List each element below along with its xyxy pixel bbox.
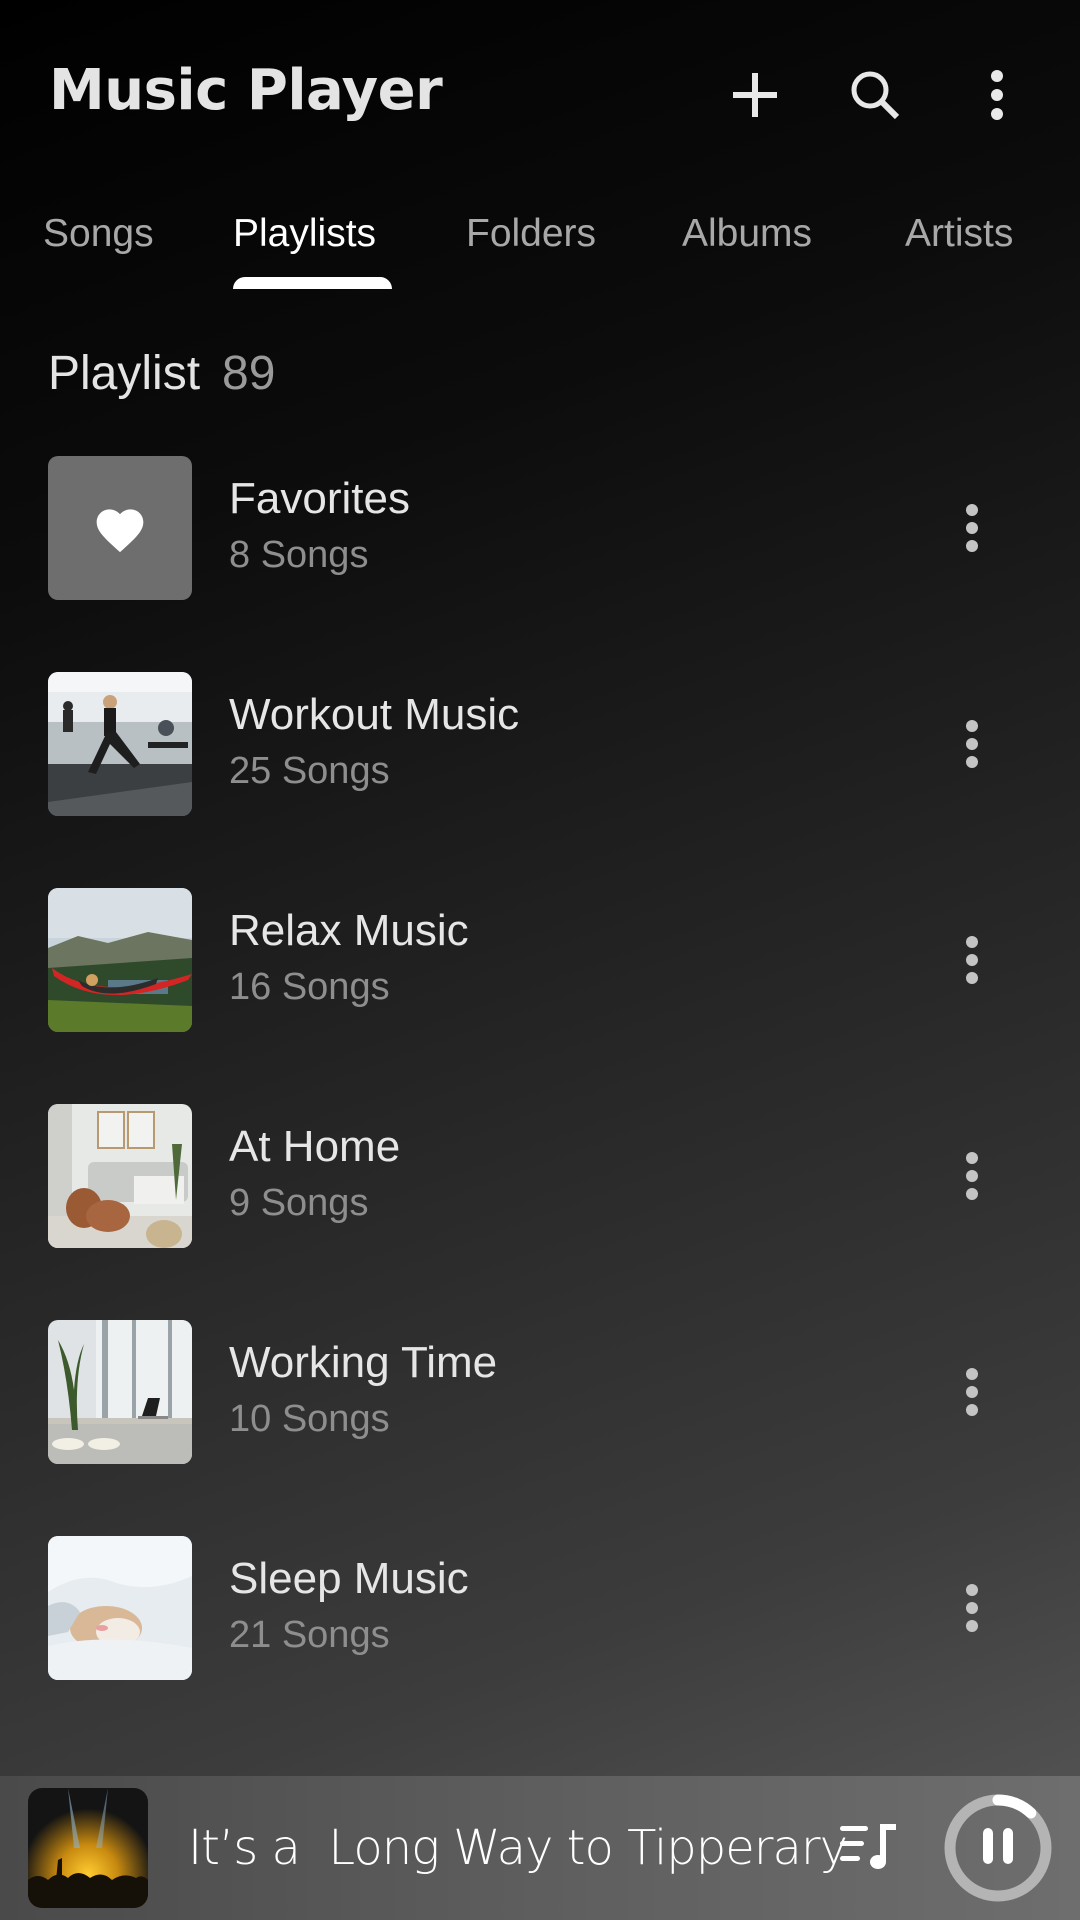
queue-music-icon (840, 1824, 896, 1869)
app-header: Music Player (0, 0, 1080, 190)
pause-icon (983, 1828, 1013, 1864)
tab-bar: Songs Playlists Folders Albums Artists (0, 200, 1080, 290)
playback-progress-ring (944, 1794, 1052, 1902)
playlist-art (48, 888, 192, 1032)
more-dot (966, 972, 978, 984)
playlist-song-count: 9 Songs (229, 1182, 369, 1224)
playlist-title: Favorites (229, 474, 410, 523)
more-dot (966, 756, 978, 768)
plus-icon (733, 73, 777, 117)
sleeping-cat-photo (48, 1536, 192, 1680)
more-vert-icon (991, 70, 1003, 120)
playlist-item[interactable]: Relax Music 16 Songs (0, 888, 1080, 1032)
playlist-more-button[interactable] (942, 928, 1002, 992)
playlist-count: 89 (222, 347, 276, 400)
playlist-art (48, 1320, 192, 1464)
play-pause-button[interactable] (940, 1790, 1056, 1906)
playlist-title: At Home (229, 1122, 401, 1171)
playlist-art (48, 1104, 192, 1248)
playlist-item[interactable]: Favorites 8 Songs (0, 456, 1080, 600)
tab-artists[interactable]: Artists (905, 212, 1013, 256)
app-title: Music Player (49, 58, 443, 123)
search-icon (851, 71, 900, 120)
active-tab-indicator (233, 277, 392, 289)
playlist-more-button[interactable] (942, 1360, 1002, 1424)
more-dot (966, 1404, 978, 1416)
playlist-more-button[interactable] (942, 1576, 1002, 1640)
playlist-item[interactable]: At Home 9 Songs (0, 1104, 1080, 1248)
playlist-more-button[interactable] (942, 712, 1002, 776)
more-dot (966, 1386, 978, 1398)
more-dot (966, 1170, 978, 1182)
workout-photo (48, 672, 192, 816)
mini-player[interactable]: It’s a Long Way to Tipperary (0, 1776, 1080, 1920)
playlist-title: Sleep Music (229, 1554, 469, 1603)
playlist-more-button[interactable] (942, 1144, 1002, 1208)
playlist-title: Relax Music (229, 906, 469, 955)
more-dot (966, 504, 978, 516)
more-dot (966, 540, 978, 552)
playlist-song-count: 25 Songs (229, 750, 390, 792)
more-dot (966, 1620, 978, 1632)
living-room-photo (48, 1104, 192, 1248)
playlist-title: Workout Music (229, 690, 520, 739)
queue-button[interactable] (836, 1812, 902, 1878)
section-title: Playlist (48, 347, 201, 400)
more-dot (966, 1152, 978, 1164)
concert-photo (28, 1788, 148, 1908)
playlist-song-count: 16 Songs (229, 966, 390, 1008)
add-playlist-button[interactable] (720, 60, 790, 130)
playlist-title: Working Time (229, 1338, 498, 1387)
more-dot (966, 1188, 978, 1200)
tab-albums[interactable]: Albums (682, 212, 812, 256)
playlist-song-count: 21 Songs (229, 1614, 390, 1656)
tab-folders[interactable]: Folders (466, 212, 596, 256)
heart-icon (96, 509, 144, 553)
more-dot (966, 1602, 978, 1614)
now-playing-title[interactable]: It’s a Long Way to Tipperary (188, 1820, 848, 1876)
playlist-art (48, 672, 192, 816)
office-photo (48, 1320, 192, 1464)
more-dot (966, 954, 978, 966)
playlist-item[interactable]: Workout Music 25 Songs (0, 672, 1080, 816)
search-button[interactable] (840, 60, 910, 130)
more-dot (966, 936, 978, 948)
now-playing-art (28, 1788, 148, 1908)
playlist-item[interactable]: Working Time 10 Songs (0, 1320, 1080, 1464)
playlist-song-count: 10 Songs (229, 1398, 390, 1440)
playlist-art (48, 456, 192, 600)
more-dot (966, 522, 978, 534)
playlist-more-button[interactable] (942, 496, 1002, 560)
playlist-item[interactable]: Sleep Music 21 Songs (0, 1536, 1080, 1680)
more-dot (966, 1584, 978, 1596)
progress-arc (992, 1794, 1037, 1819)
more-dot (966, 738, 978, 750)
more-dot (966, 720, 978, 732)
playlist-song-count: 8 Songs (229, 534, 369, 576)
tab-songs[interactable]: Songs (43, 212, 154, 256)
more-dot (966, 1368, 978, 1380)
playlist-art (48, 1536, 192, 1680)
section-header: Playlist 89 (48, 346, 275, 401)
more-options-button[interactable] (962, 60, 1032, 130)
tab-playlists[interactable]: Playlists (233, 212, 376, 256)
hammock-photo (48, 888, 192, 1032)
